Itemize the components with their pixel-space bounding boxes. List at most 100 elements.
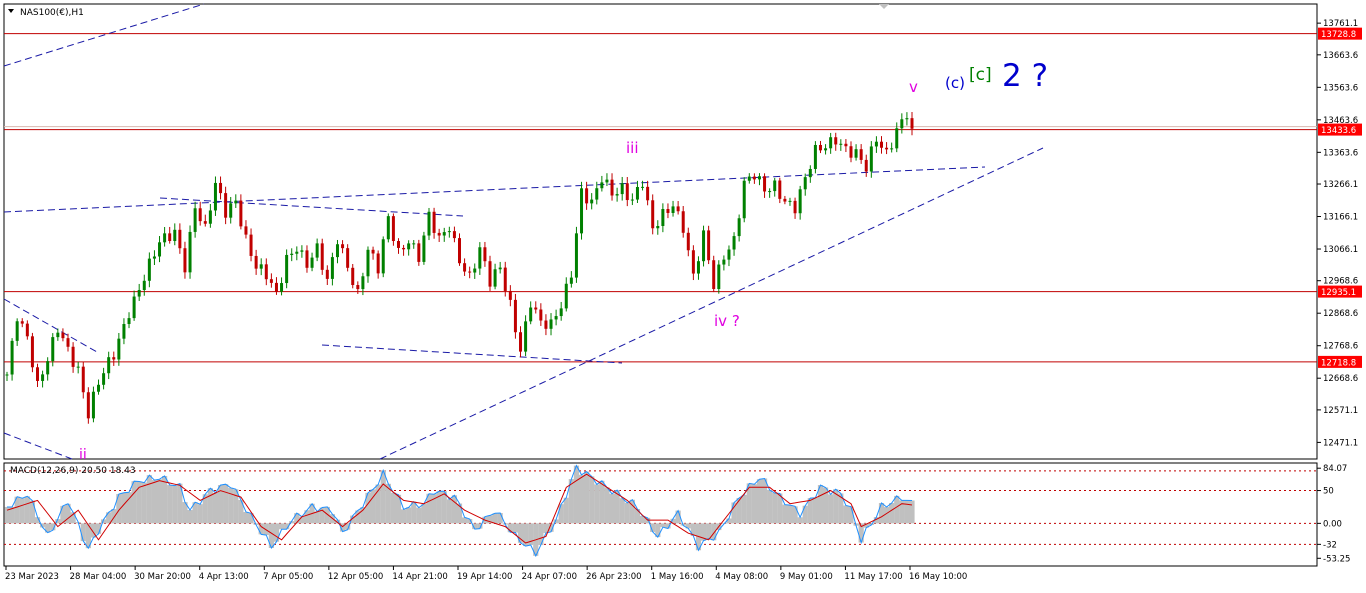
- candle-body-126: [646, 186, 650, 201]
- candle-body-55: [285, 254, 289, 284]
- macd-bar-82: [421, 503, 427, 524]
- candle-body-70: [361, 276, 365, 290]
- candle-body-74: [381, 239, 385, 274]
- macd-bar-47: [243, 512, 249, 524]
- macd-bar-155: [792, 506, 798, 524]
- chart-window[interactable]: 13728.8 12935.1 12718.8 13433.6 13761.1 13663…: [0, 0, 1366, 588]
- candle-body-18: [97, 384, 101, 392]
- candle-body-94: [483, 247, 487, 262]
- time-tick-label-6: 14 Apr 21:00: [392, 572, 447, 582]
- macd-bar-150: [767, 489, 773, 524]
- candle-body-114: [585, 188, 589, 204]
- candle-body-29: [152, 256, 156, 259]
- wave-label-iv: iv ?: [714, 312, 740, 330]
- candle-body-31: [163, 233, 167, 243]
- macd-bar-116: [594, 484, 600, 524]
- candle-body-41: [213, 182, 217, 211]
- candle-body-59: [305, 250, 309, 268]
- candle-body-143: [732, 236, 736, 250]
- candle-body-32: [168, 233, 172, 241]
- macd-bar-29: [151, 480, 158, 524]
- macd-tick-label-3: -32: [1323, 540, 1337, 550]
- candle-body-75: [386, 216, 390, 240]
- candle-body-10: [56, 332, 60, 338]
- candle-body-44: [229, 203, 233, 218]
- macd-bar-78: [400, 509, 407, 524]
- candle-body-42: [219, 182, 223, 194]
- macd-bar-162: [828, 494, 834, 524]
- chart-canvas[interactable]: 13728.8 12935.1 12718.8 13433.6 13761.1 13663…: [0, 0, 1366, 588]
- candle-body-9: [51, 337, 55, 362]
- candle-body-141: [722, 259, 726, 265]
- candle-body-124: [635, 187, 639, 200]
- macd-tick-label-4: -53.25: [1323, 554, 1350, 564]
- macd-bar-43: [223, 484, 229, 524]
- macd-bar-129: [660, 523, 666, 528]
- candle-body-58: [300, 250, 304, 252]
- candle-body-68: [351, 267, 355, 286]
- time-tick-label-9: 26 Apr 23:00: [586, 572, 641, 582]
- candle-body-54: [280, 283, 284, 292]
- level-tag-label-0: 13728.8: [1321, 30, 1356, 40]
- candle-body-130: [666, 209, 670, 213]
- candle-body-144: [737, 218, 741, 237]
- price-tick-label-10: 12768.6: [1323, 342, 1358, 352]
- candle-body-56: [290, 253, 294, 255]
- candle-body-46: [239, 200, 243, 227]
- macd-bar-33: [172, 485, 178, 524]
- candle-body-139: [712, 260, 716, 290]
- candle-body-48: [249, 234, 253, 256]
- candle-body-82: [422, 235, 426, 262]
- candle-body-112: [574, 233, 578, 278]
- macd-bar-79: [406, 507, 412, 524]
- price-tick-label-12: 12571.1: [1323, 406, 1358, 416]
- price-tick-label-3: 13463.6: [1323, 116, 1358, 126]
- candle-body-106: [544, 320, 548, 329]
- candle-body-87: [447, 231, 451, 233]
- macd-bar-28: [146, 475, 152, 524]
- candle-body-118: [605, 179, 609, 183]
- macd-bar-147: [751, 484, 757, 524]
- candle-body-110: [564, 283, 568, 309]
- candle-body-140: [717, 264, 721, 290]
- candle-body-37: [193, 208, 197, 232]
- candle-body-30: [158, 242, 162, 257]
- candle-body-80: [412, 243, 416, 245]
- time-tick-label-10: 1 May 16:00: [651, 572, 704, 582]
- macd-bar-158: [807, 498, 813, 524]
- candle-body-167: [854, 149, 858, 158]
- candle-body-84: [432, 211, 436, 233]
- candle-body-125: [641, 186, 645, 188]
- price-tick-label-8: 12968.6: [1323, 277, 1358, 287]
- candle-body-91: [468, 271, 472, 273]
- candle-body-107: [549, 319, 553, 329]
- candle-body-104: [534, 307, 538, 310]
- macd-bar-143: [731, 502, 737, 524]
- candle-body-60: [310, 257, 314, 268]
- candle-body-135: [691, 250, 695, 274]
- macd-bar-23: [121, 492, 127, 524]
- candle-body-3: [20, 321, 24, 324]
- macd-bar-118: [604, 487, 610, 524]
- macd-bar-53: [273, 523, 280, 542]
- candle-body-100: [513, 299, 517, 333]
- macd-bar-117: [599, 480, 605, 524]
- candle-body-40: [208, 210, 212, 224]
- candle-body-72: [371, 249, 375, 254]
- candle-body-132: [676, 206, 680, 212]
- candle-body-45: [234, 200, 238, 204]
- macd-bar-139: [711, 523, 717, 541]
- macd-bar-153: [782, 504, 788, 524]
- candle-body-22: [117, 338, 121, 360]
- macd-bar-88: [451, 495, 458, 524]
- candle-body-5: [30, 336, 34, 368]
- time-tick-label-14: 16 May 10:00: [909, 572, 967, 582]
- macd-bar-87: [446, 499, 452, 524]
- price-tick-label-5: 13266.1: [1323, 180, 1358, 190]
- macd-bar-165: [843, 505, 849, 524]
- time-tick-label-8: 24 Apr 07:00: [522, 572, 577, 582]
- candle-body-174: [890, 148, 894, 150]
- candle-body-69: [356, 285, 360, 290]
- candle-body-127: [651, 200, 655, 229]
- macd-bar-178: [909, 500, 915, 524]
